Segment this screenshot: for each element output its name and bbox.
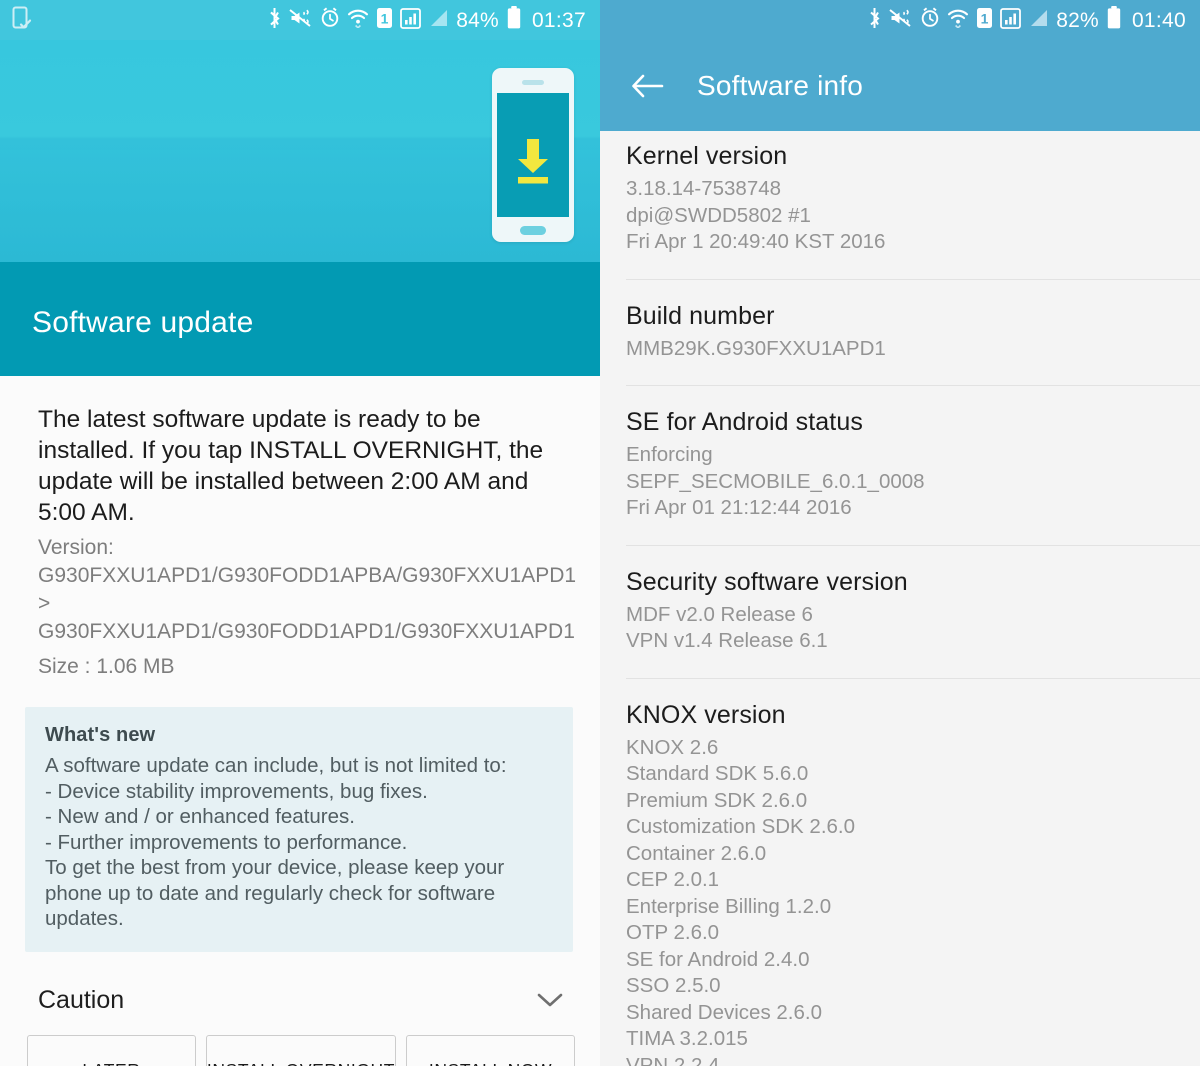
left-panel-software-update: 1 84% 01:37 Software update The latest s… bbox=[0, 0, 600, 1066]
whats-new-card: What's new A software update can include… bbox=[25, 707, 573, 952]
back-arrow-icon[interactable] bbox=[625, 63, 671, 109]
svg-text:1: 1 bbox=[981, 10, 989, 26]
bluetooth-icon bbox=[267, 7, 282, 34]
signal-triangle-icon bbox=[428, 7, 449, 34]
list-item-se-for-android-status[interactable]: SE for Android status Enforcing SEPF_SEC… bbox=[600, 386, 1200, 545]
mute-vibrate-icon bbox=[889, 7, 913, 34]
svg-text:1: 1 bbox=[381, 10, 389, 26]
clock-label: 01:37 bbox=[531, 8, 586, 32]
signal-bars-icon bbox=[1000, 7, 1022, 34]
right-panel-software-info: Kernel version 3.18.14-7538748 dpi@SWDD5… bbox=[600, 0, 1200, 1066]
alarm-icon bbox=[320, 7, 340, 33]
item-value: MMB29K.G930FXXU1APD1 bbox=[626, 336, 886, 360]
mute-vibrate-icon bbox=[289, 7, 313, 34]
update-size-label: Size : 1.06 MB bbox=[38, 655, 175, 678]
appbar-content: Software info bbox=[600, 40, 1200, 131]
update-action-buttons: LATER INSTALL OVERNIGHT INSTALL NOW bbox=[27, 1034, 575, 1066]
list-item-security-software-version[interactable]: Security software version MDF v2.0 Relea… bbox=[600, 546, 1200, 678]
alarm-icon bbox=[920, 7, 940, 33]
chevron-down-icon[interactable] bbox=[533, 989, 567, 1011]
item-title: KNOX version bbox=[626, 700, 786, 729]
wifi-icon bbox=[347, 7, 369, 33]
left-status-bar: 1 84% 01:37 bbox=[0, 0, 600, 40]
software-update-title-band: Software update bbox=[0, 262, 600, 376]
install-now-button[interactable]: INSTALL NOW bbox=[406, 1034, 575, 1066]
signal-bars-icon bbox=[400, 7, 422, 34]
battery-percent-label: 82% bbox=[1056, 8, 1099, 32]
sim1-icon: 1 bbox=[376, 7, 393, 34]
phone-home-button bbox=[520, 226, 546, 235]
right-status-bar: 1 82% 01:40 bbox=[600, 0, 1200, 40]
item-value: Enforcing SEPF_SECMOBILE_6.0.1_0008 Fri … bbox=[626, 443, 925, 519]
bluetooth-icon bbox=[867, 7, 882, 34]
list-item-build-number[interactable]: Build number MMB29K.G930FXXU1APD1 bbox=[600, 280, 1200, 386]
whats-new-heading: What's new bbox=[45, 724, 156, 746]
status-bar-system-icons: 1 82% 01:40 bbox=[867, 6, 1186, 34]
caution-label: Caution bbox=[38, 985, 125, 1014]
dual-screenshot-composite: 1 84% 01:37 Software update The latest s… bbox=[0, 0, 1200, 1066]
item-value: 3.18.14-7538748 dpi@SWDD5802 #1 Fri Apr … bbox=[626, 177, 886, 253]
item-title: SE for Android status bbox=[626, 408, 863, 436]
software-info-list[interactable]: Kernel version 3.18.14-7538748 dpi@SWDD5… bbox=[600, 0, 1200, 1066]
appbar-title: Software info bbox=[697, 69, 864, 101]
page-title: Software update bbox=[32, 306, 254, 339]
list-item-kernel-version[interactable]: Kernel version 3.18.14-7538748 dpi@SWDD5… bbox=[600, 120, 1200, 279]
download-arrow-icon bbox=[510, 137, 556, 194]
update-version-label: Version: G930FXXU1APD1/G930FODD1APBA/G93… bbox=[38, 536, 577, 643]
signal-triangle-icon bbox=[1028, 7, 1049, 34]
item-title: Build number bbox=[626, 301, 775, 330]
phone-update-check-icon bbox=[12, 6, 32, 35]
install-overnight-button[interactable]: INSTALL OVERNIGHT bbox=[205, 1034, 397, 1066]
status-bar-system-icons: 1 84% 01:37 bbox=[267, 6, 586, 34]
battery-icon bbox=[1107, 6, 1121, 34]
wifi-icon bbox=[947, 7, 969, 33]
phone-download-illustration bbox=[492, 68, 574, 242]
phone-screen bbox=[497, 93, 569, 217]
battery-icon bbox=[507, 6, 521, 34]
item-value: KNOX 2.6 Standard SDK 5.6.0 Premium SDK … bbox=[626, 735, 856, 1066]
phone-speaker-grill bbox=[522, 80, 544, 85]
status-bar-notifications bbox=[12, 6, 32, 35]
sim1-icon: 1 bbox=[976, 7, 993, 34]
later-button[interactable]: LATER bbox=[27, 1034, 196, 1066]
caution-expander[interactable]: Caution bbox=[25, 972, 573, 1029]
item-value: MDF v2.0 Release 6 VPN v1.4 Release 6.1 bbox=[626, 602, 828, 653]
battery-percent-label: 84% bbox=[456, 8, 499, 32]
update-description: The latest software update is ready to b… bbox=[38, 406, 544, 526]
software-info-appbar: 1 82% 01:40 Software info bbox=[600, 0, 1200, 131]
clock-label: 01:40 bbox=[1131, 8, 1186, 32]
list-item-knox-version[interactable]: KNOX version KNOX 2.6 Standard SDK 5.6.0… bbox=[600, 679, 1200, 1066]
software-update-body: The latest software update is ready to b… bbox=[0, 376, 600, 1066]
whats-new-body: A software update can include, but is no… bbox=[45, 754, 507, 930]
item-title: Security software version bbox=[626, 567, 908, 596]
